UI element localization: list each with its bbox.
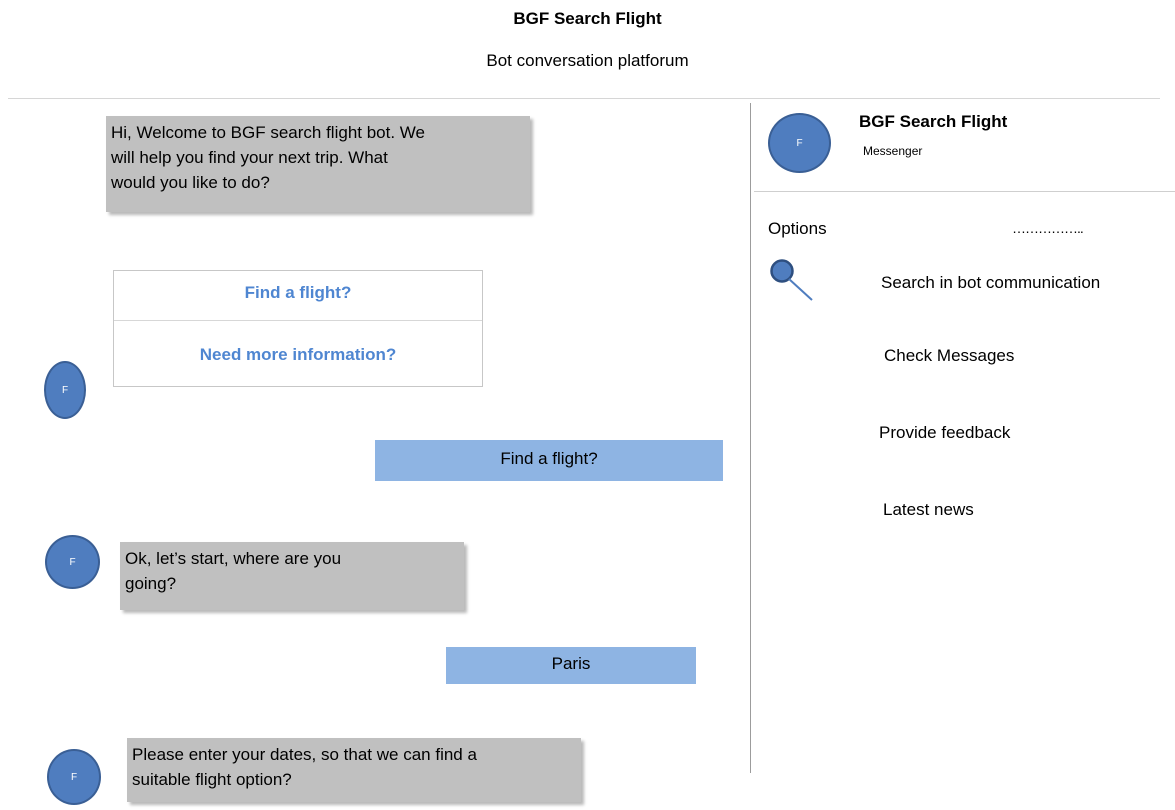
message-line: would you like to do? <box>111 173 270 192</box>
sidebar-item-search[interactable]: Search in bot communication <box>881 273 1100 293</box>
search-icon[interactable] <box>768 258 816 304</box>
avatar-initial: F <box>61 384 69 396</box>
bot-message-dates: Please enter your dates, so that we can … <box>127 738 581 802</box>
panel-divider <box>750 103 751 773</box>
message-line: Please enter your dates, so that we can … <box>132 745 477 764</box>
user-message-paris: Paris <box>446 647 696 684</box>
profile-avatar: F <box>768 113 831 173</box>
sidebar-item-feedback[interactable]: Provide feedback <box>879 423 1010 443</box>
message-line: Hi, Welcome to BGF search flight bot. We <box>111 123 425 142</box>
avatar-initial: F <box>796 137 803 149</box>
options-label: Options <box>768 219 827 238</box>
sidebar-item-latest-news[interactable]: Latest news <box>883 500 974 520</box>
profile-name: BGF Search Flight <box>859 112 1008 131</box>
quick-reply-more-info[interactable]: Need more information? <box>114 345 482 365</box>
quick-reply-card: Find a flight? Need more information? <box>113 270 483 387</box>
sidebar-item-check-messages[interactable]: Check Messages <box>884 346 1014 366</box>
user-message-find-flight: Find a flight? <box>375 440 723 481</box>
bot-avatar: F <box>44 361 86 419</box>
options-more-dots[interactable]: …………….. <box>1012 220 1084 236</box>
message-line: going? <box>125 574 177 593</box>
message-line: suitable flight option? <box>132 770 292 789</box>
bot-message-destination: Ok, let’s start, where are you going? <box>120 542 464 610</box>
quick-reply-find-flight[interactable]: Find a flight? <box>114 283 482 303</box>
message-line: will help you find your next trip. What <box>111 148 388 167</box>
page-title: BGF Search Flight <box>513 9 662 28</box>
message-line: Ok, let’s start, where are you <box>125 549 342 568</box>
page-subtitle: Bot conversation platforum <box>486 51 689 70</box>
avatar-initial: F <box>69 556 76 568</box>
sidebar-divider <box>754 191 1175 192</box>
bot-message-welcome: Hi, Welcome to BGF search flight bot. We… <box>106 116 530 212</box>
avatar-initial: F <box>70 771 78 783</box>
bot-avatar: F <box>47 749 101 805</box>
bot-avatar: F <box>45 535 100 589</box>
profile-subtitle: Messenger <box>863 144 923 158</box>
sidebar <box>752 100 1175 810</box>
quick-reply-divider <box>114 320 482 321</box>
header-divider <box>8 98 1160 99</box>
